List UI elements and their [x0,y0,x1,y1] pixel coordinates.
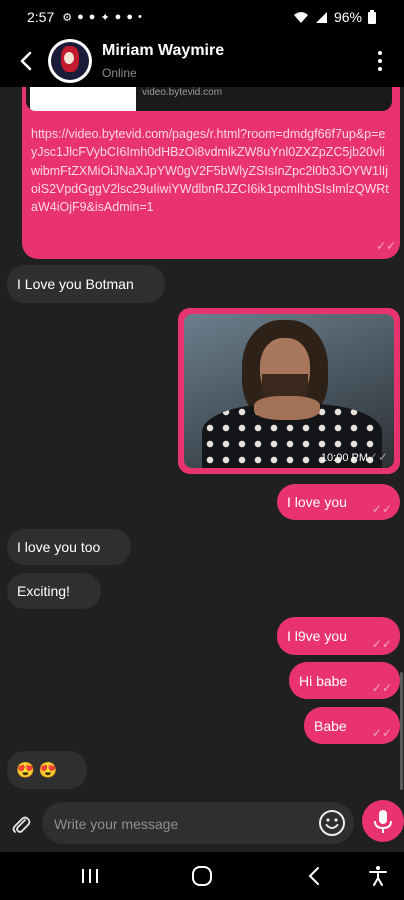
message-text: I love you [287,494,347,510]
signal-icon [315,11,327,23]
contact-name: Miriam Waymire [102,41,225,59]
message-outgoing-link[interactable]: video.bytevid.com https://video.bytevid.… [22,87,400,259]
message-text: I l9ve you [287,628,347,644]
link-preview-domain: video.bytevid.com [142,87,223,98]
status-right: 96% [293,9,376,25]
message-link-text[interactable]: https://video.bytevid.com/pages/r.html?r… [31,125,391,216]
contact-info[interactable]: Miriam Waymire Online [102,42,224,80]
notification-icons: ⚙ ● ● ✦ ● ● • [62,11,142,24]
message-incoming[interactable]: I Love you Botman [7,265,165,303]
recent-apps-icon [82,869,98,883]
paperclip-icon [12,816,31,833]
read-receipt-icon: ✓✓ [371,502,392,516]
home-button[interactable] [190,864,214,888]
system-nav-bar [0,852,404,900]
composer-bar [0,796,404,852]
message-text: Babe [314,718,347,734]
presence-status: Online [102,65,137,80]
message-emoji: 😍 😍 [16,762,58,779]
link-preview-card[interactable]: video.bytevid.com [26,87,392,111]
microphone-icon [374,810,392,833]
scrollbar[interactable] [400,672,403,790]
back-arrow-icon [20,51,32,70]
accessibility-icon [369,866,387,886]
dot-icon: • [137,11,142,23]
recent-apps-button[interactable] [78,864,102,888]
home-icon [192,866,212,886]
message-outgoing[interactable]: Hi babe ✓✓ [289,662,400,699]
read-receipt-icon: ✓✓ [367,450,388,464]
twitter-icon: ✦ [100,11,110,24]
contact-avatar[interactable] [48,38,92,83]
message-outgoing[interactable]: I love you ✓✓ [277,484,400,520]
voice-record-button[interactable] [362,800,404,842]
more-options-button[interactable] [370,46,390,76]
read-receipt-icon: ✓✓ [371,681,392,695]
message-text: Exciting! [17,583,70,599]
message-text: Hi babe [299,673,348,689]
vpn-icon: ● [114,11,122,23]
message-photo[interactable] [184,314,394,468]
back-icon [308,867,319,885]
message-time: 10:00 PM [320,452,368,464]
wifi-icon [293,11,308,23]
accessibility-button[interactable] [366,864,390,888]
message-incoming[interactable]: Exciting! [7,573,101,609]
message-text: I love you too [17,539,101,555]
status-bar: 2:57 ⚙ ● ● ✦ ● ● • 96% [0,0,404,34]
back-button[interactable] [4,39,48,83]
message-input[interactable] [52,802,316,846]
read-receipt-icon: ✓✓ [376,239,397,253]
message-outgoing[interactable]: I l9ve you ✓✓ [277,617,400,655]
more-vert-icon [378,50,382,55]
read-receipt-icon: ✓✓ [371,637,392,651]
battery-icon [368,10,376,24]
system-back-button[interactable] [303,864,327,888]
message-incoming[interactable]: I love you too [7,529,131,565]
status-time: 2:57 [27,9,55,25]
link-preview-thumbnail [30,87,136,111]
emoji-button[interactable] [318,809,346,837]
smiley-icon [319,810,345,836]
pinterest-icon: ● [88,11,96,23]
message-outgoing-image[interactable]: 10:00 PM ✓✓ [178,308,400,474]
message-text: I Love you Botman [17,276,134,292]
message-outgoing[interactable]: Babe ✓✓ [304,707,400,744]
attach-button[interactable] [10,814,32,836]
message-input-container [42,802,354,846]
settings-icon: ⚙ [62,11,73,24]
chat-header: Miriam Waymire Online [0,34,404,87]
read-receipt-icon: ✓✓ [371,726,392,740]
messenger-icon: ● [77,11,84,23]
message-incoming-emoji[interactable]: 😍 😍 [7,751,87,789]
battery-level: 96% [333,9,362,25]
lock-icon: ● [126,11,133,23]
